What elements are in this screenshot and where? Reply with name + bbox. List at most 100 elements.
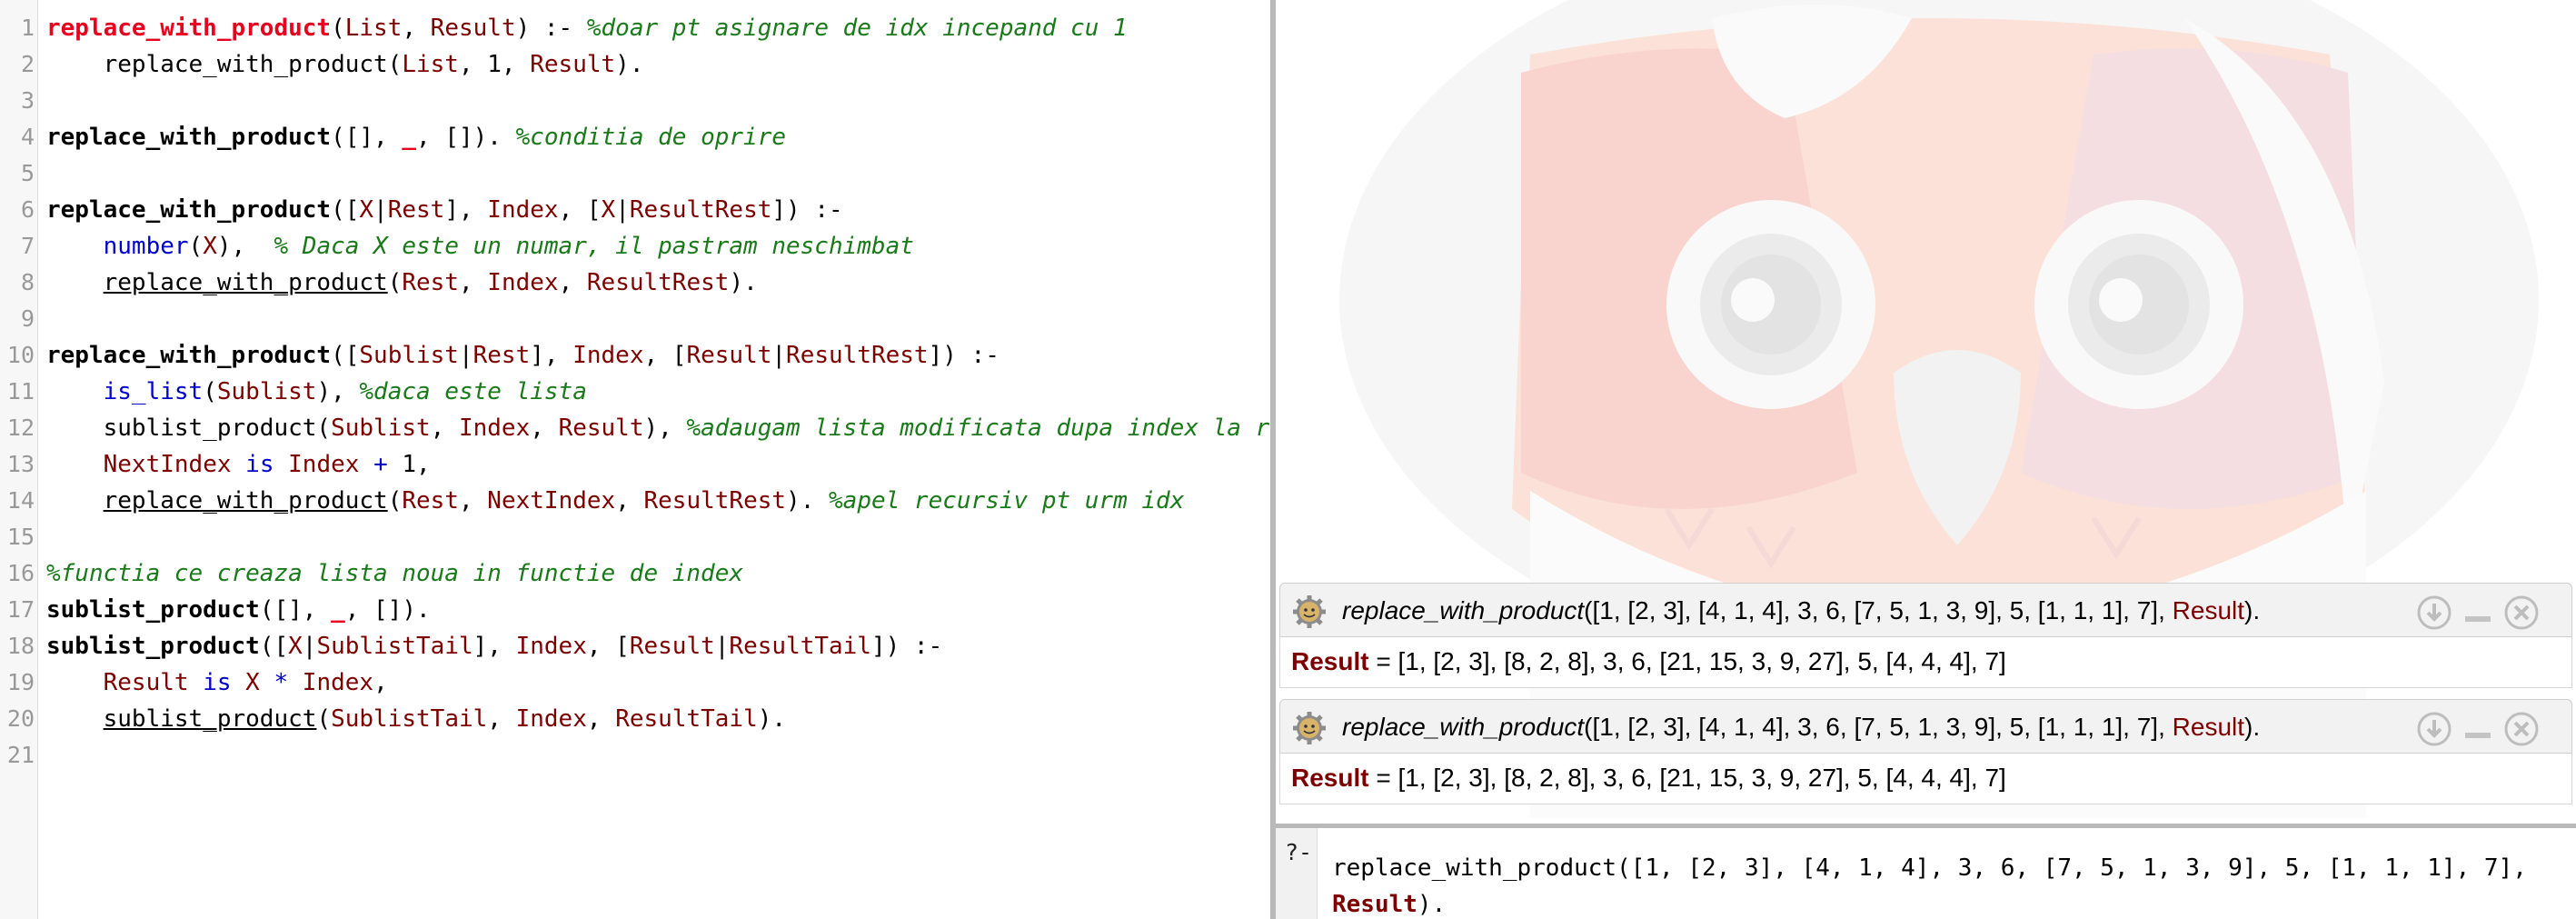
code-token: replace_with_product: [46, 342, 332, 369]
result-variable: Result: [1291, 647, 1369, 675]
close-icon[interactable]: [2503, 594, 2540, 631]
code-token: number: [103, 233, 189, 260]
code-token: Result: [629, 633, 715, 660]
query-header[interactable]: replace_with_product([1, [2, 3], [4, 1, …: [1279, 583, 2572, 637]
code-token: %functia ce creaza lista noua in functie…: [46, 560, 744, 587]
code-token: , [: [643, 342, 687, 369]
code-line[interactable]: is_list(Sublist), %daca este lista: [46, 374, 587, 410]
code-token: replace_with_product(: [46, 51, 403, 78]
line-number: 6: [20, 196, 35, 223]
code-line[interactable]: number(X), % Daca X este un numar, il pa…: [46, 228, 914, 265]
code-token: ,: [615, 487, 644, 514]
code-token: sublist_product: [46, 596, 260, 624]
code-token: Result: [430, 15, 516, 42]
minimize-icon[interactable]: [2460, 594, 2496, 631]
code-token: |: [458, 342, 473, 369]
query-prompt: ?-: [1285, 839, 1313, 865]
code-token: is: [245, 451, 274, 478]
code-line[interactable]: replace_with_product(List, Result) :- %d…: [46, 10, 1128, 46]
code-token: Rest: [387, 196, 445, 224]
code-token: X: [359, 196, 374, 224]
code-token: |: [615, 196, 630, 224]
line-number: 18: [6, 633, 35, 659]
code-token: X: [245, 669, 260, 696]
code-token: ([],: [259, 596, 332, 624]
code-token: ],: [444, 196, 488, 224]
code-token: Index: [302, 669, 374, 696]
code-token: sublist_product(: [46, 415, 332, 442]
code-token: ),: [316, 378, 360, 405]
query-predicate: replace_with_product: [1342, 713, 1585, 741]
code-token: sublist_product: [103, 705, 317, 733]
code-token: SublistTail: [331, 705, 488, 733]
query-input-variable: Result: [1332, 891, 1417, 918]
code-token: ).: [757, 705, 787, 733]
code-line[interactable]: NextIndex is Index + 1,: [46, 446, 431, 483]
minimize-icon[interactable]: [2460, 711, 2496, 747]
code-line[interactable]: replace_with_product([Sublist|Rest], Ind…: [46, 337, 1000, 374]
code-token: Index: [288, 451, 360, 478]
code-token: %daca este lista: [359, 378, 587, 405]
code-token: *: [274, 669, 289, 696]
download-icon[interactable]: [2416, 711, 2452, 747]
code-token: %adaugam lista modificata dupa index la …: [686, 415, 1270, 442]
code-token: List: [402, 51, 459, 78]
line-number: 14: [6, 487, 35, 514]
code-token: replace_with_product: [46, 124, 332, 151]
code-token: (: [316, 705, 332, 733]
query-variable: Result: [2172, 713, 2245, 741]
code-token: ,: [430, 415, 459, 442]
code-token: Index: [572, 342, 644, 369]
code-line[interactable]: replace_with_product([X|Rest], Index, [X…: [46, 192, 843, 228]
code-line[interactable]: %functia ce creaza lista noua in functie…: [46, 555, 743, 592]
line-number: 19: [6, 669, 35, 695]
code-line[interactable]: replace_with_product(Rest, Index, Result…: [46, 265, 758, 301]
line-number: 10: [6, 342, 35, 368]
code-line[interactable]: replace_with_product(List, 1, Result).: [46, 46, 644, 83]
code-token: replace_with_product: [46, 196, 332, 224]
code-token: ResultRest: [643, 487, 787, 514]
code-line[interactable]: sublist_product(SublistTail, Index, Resu…: [46, 701, 786, 737]
code-token: |: [771, 342, 787, 369]
code-token: ResultTail: [615, 705, 758, 733]
close-icon[interactable]: [2503, 711, 2540, 747]
query-args: ([1, [2, 3], [4, 1, 4], 3, 6, [7, 5, 1, …: [1584, 713, 2173, 741]
result-value: = [1, [2, 3], [8, 2, 8], 3, 6, [21, 15, …: [1368, 764, 2006, 792]
code-line[interactable]: Result is X * Index,: [46, 664, 388, 701]
code-line[interactable]: replace_with_product([], _, []). %condit…: [46, 119, 786, 155]
query-variable: Result: [2172, 596, 2245, 624]
download-icon[interactable]: [2416, 594, 2452, 631]
code-line[interactable]: replace_with_product(Rest, NextIndex, Re…: [46, 483, 1185, 519]
code-token: |: [373, 196, 388, 224]
query-editor[interactable]: ?- replace_with_product([1, [2, 3], [4, …: [1276, 824, 2576, 919]
code-line[interactable]: sublist_product([X|SublistTail], Index, …: [46, 628, 942, 664]
code-token: Index: [487, 196, 559, 224]
code-line[interactable]: sublist_product(Sublist, Index, Result),…: [46, 410, 1270, 446]
query-result: Result = [1, [2, 3], [8, 2, 8], 3, 6, [2…: [1279, 637, 2572, 688]
code-token: _: [331, 596, 345, 624]
code-token: Result: [103, 669, 189, 696]
code-line[interactable]: sublist_product([], _, []).: [46, 592, 431, 628]
code-token: ],: [530, 342, 573, 369]
code-token: +: [373, 451, 388, 478]
code-token: Index: [458, 415, 531, 442]
code-token: X: [203, 233, 217, 260]
code-token: ,: [487, 705, 516, 733]
swish-owl-watermark: [1339, 0, 2539, 818]
code-editor[interactable]: 1 2 3 4 5 6 7 8 9 10 11 12 13 14 15 16 17 18 19 20 21 replac…: [0, 0, 1270, 919]
query-header[interactable]: replace_with_product([1, [2, 3], [4, 1, …: [1279, 699, 2572, 754]
query-input[interactable]: replace_with_product([1, [2, 3], [4, 1, …: [1332, 850, 2568, 919]
code-token: NextIndex: [487, 487, 616, 514]
code-token: Index: [515, 705, 587, 733]
code-token: ,: [558, 269, 587, 296]
